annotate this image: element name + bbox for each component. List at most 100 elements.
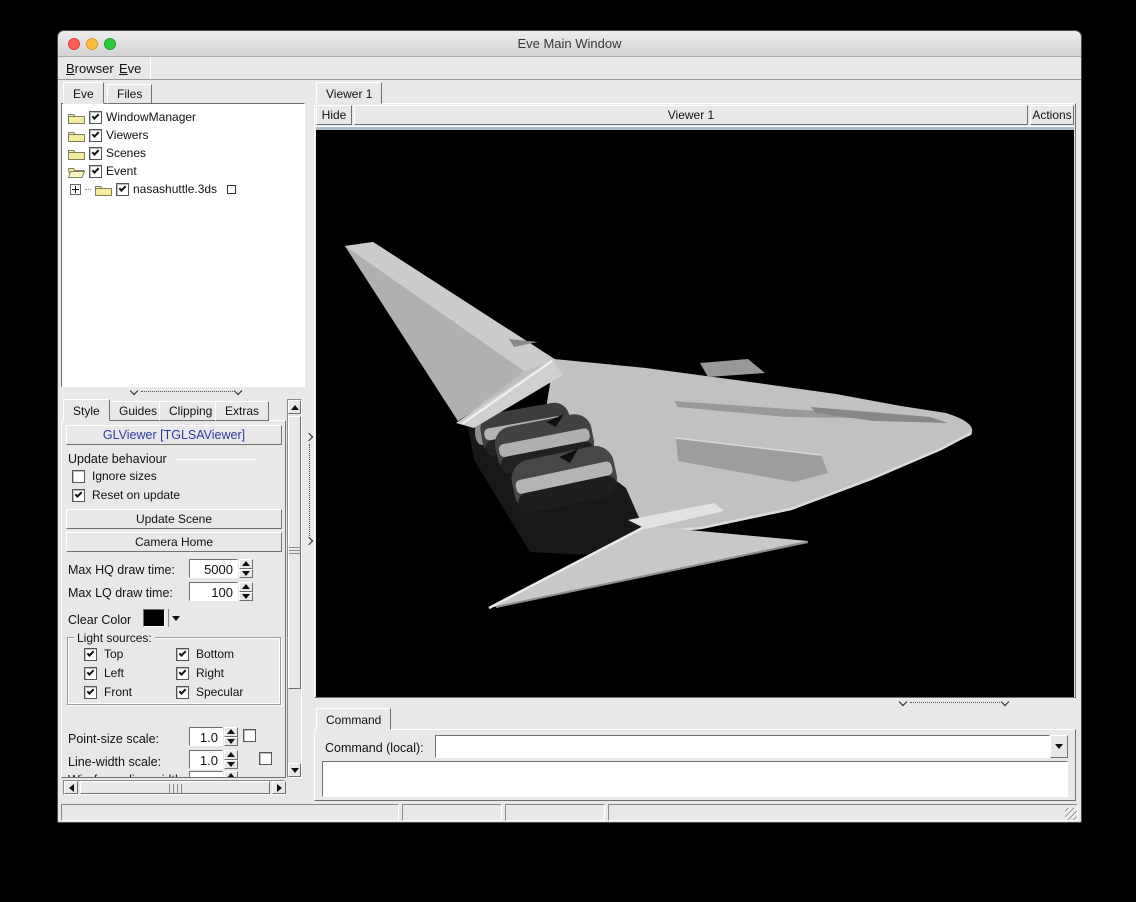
- tab-extras[interactable]: Extras: [215, 401, 269, 421]
- gl-viewport[interactable]: [316, 130, 1074, 697]
- scroll-down-button[interactable]: [288, 763, 301, 777]
- light-top-option[interactable]: Top: [84, 647, 123, 661]
- spin-down-button[interactable]: [224, 760, 238, 770]
- tree-item-scenes[interactable]: Scenes: [68, 145, 146, 161]
- max-hq-value[interactable]: 5000: [189, 559, 238, 578]
- tree-state-box[interactable]: [227, 185, 236, 194]
- tree-checkbox[interactable]: [89, 147, 102, 160]
- tab-viewer-1[interactable]: Viewer 1: [316, 82, 382, 104]
- update-scene-button[interactable]: Update Scene: [66, 509, 282, 529]
- light-bottom-checkbox[interactable]: [176, 648, 189, 661]
- light-front-checkbox[interactable]: [84, 686, 97, 699]
- splitter-collapse-icon[interactable]: [1001, 698, 1009, 706]
- point-size-value[interactable]: 1.0: [189, 727, 223, 746]
- viewer-actions-button[interactable]: Actions: [1030, 105, 1074, 125]
- style-panel-hscrollbar[interactable]: [63, 780, 285, 795]
- line-width-checkbox[interactable]: [259, 752, 272, 765]
- left-horizontal-splitter[interactable]: [61, 387, 305, 398]
- window-titlebar[interactable]: Eve Main Window: [58, 31, 1081, 57]
- tab-style[interactable]: Style: [63, 399, 110, 421]
- clear-color-dropdown[interactable]: [168, 609, 182, 627]
- thumb-grip: [169, 784, 183, 793]
- light-left-option[interactable]: Left: [84, 666, 124, 680]
- max-lq-value[interactable]: 100: [189, 582, 238, 601]
- resize-grip-icon[interactable]: [1065, 808, 1077, 820]
- command-dropdown-button[interactable]: [1050, 735, 1068, 758]
- light-bottom-option[interactable]: Bottom: [176, 647, 234, 661]
- spin-up-button[interactable]: [239, 582, 253, 592]
- menu-browser[interactable]: Browser: [63, 61, 117, 76]
- splitter-collapse-icon[interactable]: [305, 537, 313, 545]
- menu-eve[interactable]: Eve: [116, 61, 144, 76]
- tree-expander-icon[interactable]: [70, 184, 81, 195]
- style-panel-vscrollbar[interactable]: [287, 399, 302, 778]
- tab-clipping[interactable]: Clipping: [159, 401, 222, 421]
- reset-on-update-checkbox[interactable]: [72, 489, 85, 502]
- point-size-checkbox[interactable]: [243, 729, 256, 742]
- light-right-option[interactable]: Right: [176, 666, 224, 680]
- point-size-spinner[interactable]: 1.0: [189, 727, 238, 746]
- viewer-title-bar[interactable]: Viewer 1: [354, 105, 1028, 125]
- tab-files[interactable]: Files: [107, 84, 152, 104]
- tree-checkbox[interactable]: [116, 183, 129, 196]
- scroll-right-button[interactable]: [272, 781, 286, 794]
- menubar-divider: [150, 57, 151, 79]
- spin-down-button[interactable]: [239, 592, 253, 602]
- light-top-checkbox[interactable]: [84, 648, 97, 661]
- tree-item-windowmanager[interactable]: WindowManager: [68, 109, 196, 125]
- light-left-checkbox[interactable]: [84, 667, 97, 680]
- status-segment: [61, 804, 399, 821]
- folder-icon: [68, 147, 85, 160]
- viewer-horizontal-splitter[interactable]: [314, 698, 1076, 708]
- command-input[interactable]: [435, 735, 1050, 758]
- scroll-up-button[interactable]: [288, 400, 301, 414]
- viewer-hide-button[interactable]: Hide: [316, 105, 352, 125]
- vscrollbar-thumb[interactable]: [288, 416, 301, 689]
- status-bar: [58, 802, 1081, 823]
- spin-up-button[interactable]: [239, 559, 253, 569]
- status-segment: [505, 804, 605, 821]
- spin-down-button[interactable]: [224, 737, 238, 747]
- command-output[interactable]: [322, 761, 1068, 797]
- tree-checkbox[interactable]: [89, 129, 102, 142]
- light-right-checkbox[interactable]: [176, 667, 189, 680]
- tree-item-event[interactable]: Event: [68, 163, 137, 179]
- main-vertical-splitter[interactable]: [305, 80, 314, 802]
- clear-color-swatch[interactable]: [143, 609, 165, 627]
- spin-up-button[interactable]: [224, 771, 238, 778]
- reset-on-update-option[interactable]: Reset on update: [72, 488, 180, 502]
- splitter-collapse-icon[interactable]: [305, 433, 313, 441]
- splitter-collapse-icon[interactable]: [234, 387, 242, 395]
- splitter-collapse-icon[interactable]: [130, 387, 138, 395]
- command-label: Command (local):: [325, 741, 424, 755]
- wireframe-spinner[interactable]: 1.0: [189, 771, 238, 778]
- light-specular-option[interactable]: Specular: [176, 685, 243, 699]
- max-hq-spinner[interactable]: 5000: [189, 559, 253, 578]
- thumb-grip: [289, 547, 301, 556]
- ignore-sizes-checkbox[interactable]: [72, 470, 85, 483]
- tree-checkbox[interactable]: [89, 165, 102, 178]
- ignore-sizes-option[interactable]: Ignore sizes: [72, 469, 157, 483]
- tab-eve[interactable]: Eve: [63, 82, 104, 104]
- tree-item-nasashuttle[interactable]: nasashuttle.3ds: [70, 181, 236, 197]
- viewer-frame: Hide Viewer 1 Actions: [314, 103, 1076, 698]
- light-specular-checkbox[interactable]: [176, 686, 189, 699]
- hscrollbar-thumb[interactable]: [80, 781, 270, 794]
- max-lq-spinner[interactable]: 100: [189, 582, 253, 601]
- splitter-collapse-icon[interactable]: [899, 698, 907, 706]
- command-combobox[interactable]: [435, 735, 1068, 758]
- light-sources-group: Light sources: Top Bottom Left Right Fro…: [67, 637, 281, 705]
- spin-up-button[interactable]: [224, 750, 238, 760]
- tree-item-viewers[interactable]: Viewers: [68, 127, 148, 143]
- wireframe-value[interactable]: 1.0: [189, 771, 223, 778]
- camera-home-button[interactable]: Camera Home: [66, 532, 282, 552]
- spin-down-button[interactable]: [239, 569, 253, 579]
- line-width-spinner[interactable]: 1.0: [189, 750, 238, 769]
- spin-up-button[interactable]: [224, 727, 238, 737]
- scroll-left-button[interactable]: [64, 781, 78, 794]
- tab-command[interactable]: Command: [316, 708, 391, 730]
- light-front-option[interactable]: Front: [84, 685, 132, 699]
- line-width-value[interactable]: 1.0: [189, 750, 223, 769]
- glviewer-button[interactable]: GLViewer [TGLSAViewer]: [66, 425, 282, 445]
- tree-checkbox[interactable]: [89, 111, 102, 124]
